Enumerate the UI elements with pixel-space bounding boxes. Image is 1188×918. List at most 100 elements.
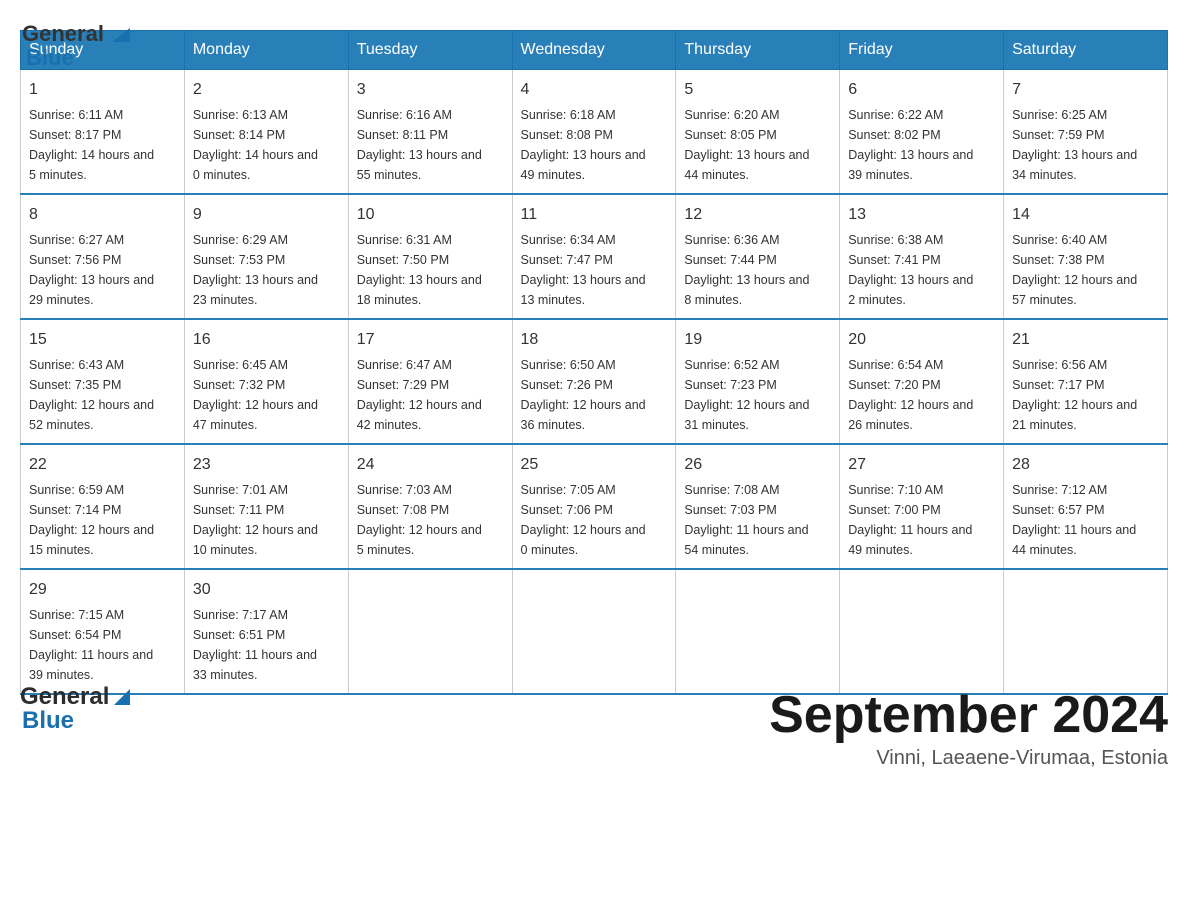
day-number: 5	[684, 78, 831, 102]
calendar-day-cell: 30 Sunrise: 7:17 AMSunset: 6:51 PMDayligh…	[184, 569, 348, 694]
calendar-table: SundayMondayTuesdayWednesdayThursdayFrid…	[20, 30, 1168, 695]
day-number: 4	[521, 78, 668, 102]
day-number: 20	[848, 328, 995, 352]
calendar-day-cell: 27Sunrise: 7:10 AMSunset: 7:00 PMDayligh…	[840, 444, 1004, 569]
calendar-body: 1 Sunrise: 6:11 AMSunset: 8:17 PMDaylight…	[21, 70, 1168, 695]
day-number: 24	[357, 453, 504, 477]
day-info: Sunrise: 6:47 AMSunset: 7:29 PMDaylight:…	[357, 355, 504, 435]
logo-line1: General	[20, 685, 132, 709]
logo-container: General Blue	[22, 22, 132, 70]
calendar-day-cell: 1 Sunrise: 6:11 AMSunset: 8:17 PMDaylight…	[21, 70, 185, 195]
day-number: 28	[1012, 453, 1159, 477]
day-number: 22	[29, 453, 176, 477]
day-number: 1	[29, 78, 176, 102]
day-number: 2	[193, 78, 340, 102]
day-info: Sunrise: 6:54 AMSunset: 7:20 PMDaylight:…	[848, 355, 995, 435]
day-info: Sunrise: 6:22 AMSunset: 8:02 PMDaylight:…	[848, 105, 995, 185]
calendar-day-cell	[348, 569, 512, 694]
weekday-header-friday: Friday	[840, 31, 1004, 70]
day-info: Sunrise: 6:29 AMSunset: 7:53 PMDaylight:…	[193, 230, 340, 310]
calendar-day-cell: 18Sunrise: 6:50 AMSunset: 7:26 PMDayligh…	[512, 319, 676, 444]
calendar-day-cell: 28 Sunrise: 7:12 AMSunset: 6:57 PMDayligh…	[1004, 444, 1168, 569]
day-number: 9	[193, 203, 340, 227]
main-title: September 2024	[769, 685, 1168, 745]
title-area: September 2024 Vinni, Laeaene-Virumaa, E…	[769, 685, 1168, 770]
day-number: 14	[1012, 203, 1159, 227]
calendar-day-cell: 9 Sunrise: 6:29 AMSunset: 7:53 PMDaylight…	[184, 194, 348, 319]
calendar-day-cell: 2Sunrise: 6:13 AMSunset: 8:14 PMDaylight…	[184, 70, 348, 195]
day-info: Sunrise: 6:11 AMSunset: 8:17 PMDaylight:…	[29, 105, 176, 185]
logo-text-group: General Blue	[22, 22, 132, 70]
logo-triangle-icon	[110, 24, 132, 46]
calendar-day-cell	[840, 569, 1004, 694]
day-info: Sunrise: 6:52 AMSunset: 7:23 PMDaylight:…	[684, 355, 831, 435]
day-info: Sunrise: 7:12 AMSunset: 6:57 PMDaylight:…	[1012, 480, 1159, 560]
calendar-day-cell	[676, 569, 840, 694]
logo-arrow-icon	[112, 687, 132, 707]
calendar-day-cell: 3 Sunrise: 6:16 AMSunset: 8:11 PMDaylight…	[348, 70, 512, 195]
weekday-header-monday: Monday	[184, 31, 348, 70]
calendar-header: SundayMondayTuesdayWednesdayThursdayFrid…	[21, 31, 1168, 70]
calendar-day-cell: 22 Sunrise: 6:59 AMSunset: 7:14 PMDayligh…	[21, 444, 185, 569]
day-info: Sunrise: 6:34 AMSunset: 7:47 PMDaylight:…	[521, 230, 668, 310]
day-info: Sunrise: 7:17 AMSunset: 6:51 PMDaylight:…	[193, 605, 340, 685]
day-number: 16	[193, 328, 340, 352]
logo-general: General	[22, 22, 132, 46]
calendar-day-cell: 13 Sunrise: 6:38 AMSunset: 7:41 PMDayligh…	[840, 194, 1004, 319]
calendar-day-cell: 8Sunrise: 6:27 AMSunset: 7:56 PMDaylight…	[21, 194, 185, 319]
logo-render: General Blue	[20, 685, 132, 733]
calendar-week-row: 8Sunrise: 6:27 AMSunset: 7:56 PMDaylight…	[21, 194, 1168, 319]
calendar-day-cell: 15Sunrise: 6:43 AMSunset: 7:35 PMDayligh…	[21, 319, 185, 444]
calendar-day-cell: 25Sunrise: 7:05 AMSunset: 7:06 PMDayligh…	[512, 444, 676, 569]
day-info: Sunrise: 6:20 AMSunset: 8:05 PMDaylight:…	[684, 105, 831, 185]
logo-group: General Blue	[22, 22, 132, 70]
calendar-week-row: 29 Sunrise: 7:15 AMSunset: 6:54 PMDayligh…	[21, 569, 1168, 694]
day-number: 12	[684, 203, 831, 227]
day-info: Sunrise: 6:16 AMSunset: 8:11 PMDaylight:…	[357, 105, 504, 185]
day-number: 17	[357, 328, 504, 352]
day-number: 23	[193, 453, 340, 477]
weekday-header-wednesday: Wednesday	[512, 31, 676, 70]
calendar-week-row: 22 Sunrise: 6:59 AMSunset: 7:14 PMDayligh…	[21, 444, 1168, 569]
day-info: Sunrise: 6:56 AMSunset: 7:17 PMDaylight:…	[1012, 355, 1159, 435]
day-number: 13	[848, 203, 995, 227]
day-number: 7	[1012, 78, 1159, 102]
weekday-header-saturday: Saturday	[1004, 31, 1168, 70]
calendar-day-cell: 29 Sunrise: 7:15 AMSunset: 6:54 PMDayligh…	[21, 569, 185, 694]
day-info: Sunrise: 7:03 AMSunset: 7:08 PMDaylight:…	[357, 480, 504, 560]
calendar-day-cell: 16 Sunrise: 6:45 AMSunset: 7:32 PMDayligh…	[184, 319, 348, 444]
calendar-day-cell: 20 Sunrise: 6:54 AMSunset: 7:20 PMDayligh…	[840, 319, 1004, 444]
calendar-week-row: 15Sunrise: 6:43 AMSunset: 7:35 PMDayligh…	[21, 319, 1168, 444]
day-info: Sunrise: 6:36 AMSunset: 7:44 PMDaylight:…	[684, 230, 831, 310]
day-number: 3	[357, 78, 504, 102]
calendar-day-cell: 12 Sunrise: 6:36 AMSunset: 7:44 PMDayligh…	[676, 194, 840, 319]
calendar-day-cell: 4Sunrise: 6:18 AMSunset: 8:08 PMDaylight…	[512, 70, 676, 195]
calendar-day-cell	[1004, 569, 1168, 694]
day-info: Sunrise: 7:10 AMSunset: 7:00 PMDaylight:…	[848, 480, 995, 560]
day-info: Sunrise: 6:59 AMSunset: 7:14 PMDaylight:…	[29, 480, 176, 560]
calendar-week-row: 1 Sunrise: 6:11 AMSunset: 8:17 PMDaylight…	[21, 70, 1168, 195]
day-info: Sunrise: 7:01 AMSunset: 7:11 PMDaylight:…	[193, 480, 340, 560]
calendar-day-cell: 11 Sunrise: 6:34 AMSunset: 7:47 PMDayligh…	[512, 194, 676, 319]
page-top: General Blue September 2024 Vinni, Laeae…	[20, 685, 1168, 770]
day-number: 11	[521, 203, 668, 227]
calendar-day-cell: 26Sunrise: 7:08 AMSunset: 7:03 PMDayligh…	[676, 444, 840, 569]
calendar-day-cell: 21 Sunrise: 6:56 AMSunset: 7:17 PMDayligh…	[1004, 319, 1168, 444]
calendar-day-cell: 7Sunrise: 6:25 AMSunset: 7:59 PMDaylight…	[1004, 70, 1168, 195]
day-number: 30	[193, 578, 340, 602]
day-info: Sunrise: 6:38 AMSunset: 7:41 PMDaylight:…	[848, 230, 995, 310]
calendar-day-cell: 5 Sunrise: 6:20 AMSunset: 8:05 PMDaylight…	[676, 70, 840, 195]
day-number: 19	[684, 328, 831, 352]
calendar-day-cell: 14 Sunrise: 6:40 AMSunset: 7:38 PMDayligh…	[1004, 194, 1168, 319]
day-info: Sunrise: 6:27 AMSunset: 7:56 PMDaylight:…	[29, 230, 176, 310]
day-info: Sunrise: 6:40 AMSunset: 7:38 PMDaylight:…	[1012, 230, 1159, 310]
day-number: 6	[848, 78, 995, 102]
day-info: Sunrise: 7:15 AMSunset: 6:54 PMDaylight:…	[29, 605, 176, 685]
day-number: 21	[1012, 328, 1159, 352]
weekday-header-row: SundayMondayTuesdayWednesdayThursdayFrid…	[21, 31, 1168, 70]
day-info: Sunrise: 6:43 AMSunset: 7:35 PMDaylight:…	[29, 355, 176, 435]
day-info: Sunrise: 6:45 AMSunset: 7:32 PMDaylight:…	[193, 355, 340, 435]
day-number: 29	[29, 578, 176, 602]
calendar-day-cell: 24 Sunrise: 7:03 AMSunset: 7:08 PMDayligh…	[348, 444, 512, 569]
day-info: Sunrise: 7:05 AMSunset: 7:06 PMDaylight:…	[521, 480, 668, 560]
